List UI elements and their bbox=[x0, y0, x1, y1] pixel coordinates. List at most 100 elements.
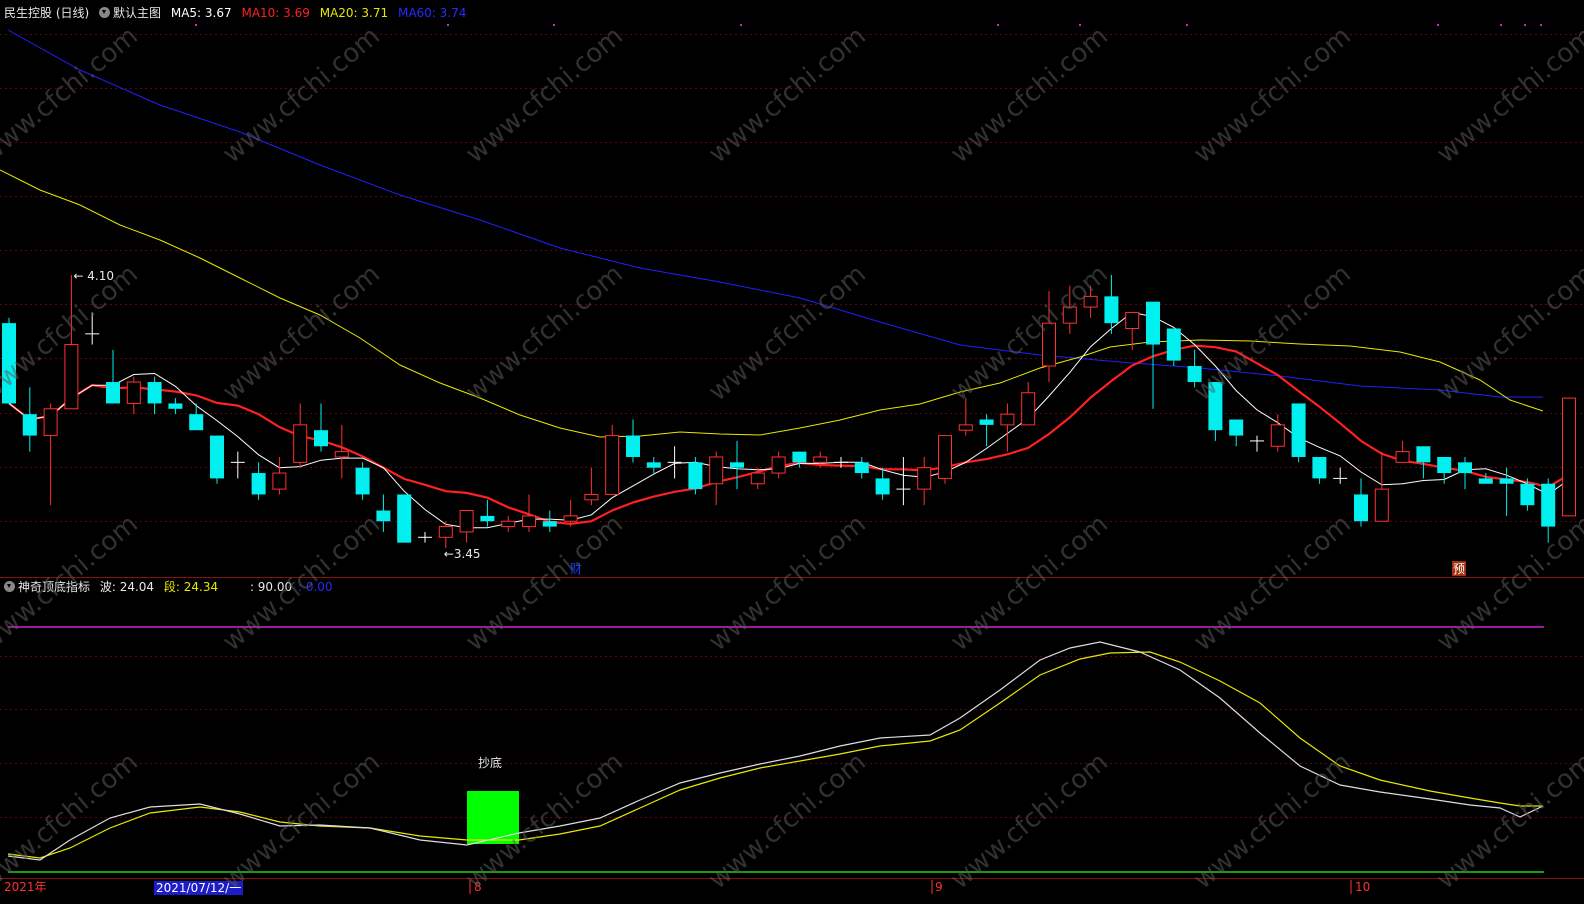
candle[interactable] bbox=[22, 387, 37, 452]
candle[interactable] bbox=[938, 435, 952, 484]
candle[interactable] bbox=[376, 494, 391, 532]
candle[interactable] bbox=[646, 456, 661, 474]
event-dot bbox=[1437, 24, 1439, 26]
candle[interactable] bbox=[688, 456, 703, 495]
event-dot bbox=[553, 24, 555, 26]
candle-body bbox=[2, 323, 16, 404]
candle[interactable] bbox=[979, 414, 994, 447]
candle-body bbox=[106, 382, 120, 404]
candle-body bbox=[64, 344, 79, 410]
candle[interactable] bbox=[1250, 435, 1264, 452]
ma20-label: MA20: 3.71 bbox=[319, 6, 389, 20]
candle[interactable] bbox=[1062, 285, 1077, 334]
candle[interactable] bbox=[1395, 440, 1410, 463]
candle[interactable] bbox=[64, 274, 79, 410]
candle[interactable] bbox=[1499, 467, 1514, 516]
candle[interactable] bbox=[1125, 311, 1140, 350]
candle[interactable] bbox=[730, 440, 744, 490]
candle[interactable] bbox=[480, 499, 495, 527]
candle-body bbox=[1042, 322, 1056, 367]
candle[interactable] bbox=[875, 467, 890, 500]
candle[interactable] bbox=[1042, 291, 1056, 383]
candle[interactable] bbox=[709, 451, 724, 506]
candle[interactable] bbox=[397, 494, 412, 543]
event-marker-forecast[interactable]: 预 bbox=[1453, 562, 1465, 576]
candle[interactable] bbox=[355, 462, 370, 500]
year-label: 2021年 bbox=[4, 880, 47, 894]
candle[interactable] bbox=[1354, 478, 1368, 527]
candle[interactable] bbox=[2, 317, 16, 404]
candle[interactable] bbox=[605, 424, 620, 495]
candlestick-chart[interactable]: ← 4.10 ←3.45 财 预 bbox=[0, 0, 1584, 578]
candle-body bbox=[1520, 483, 1535, 506]
candle-body bbox=[147, 382, 162, 404]
candle[interactable] bbox=[272, 456, 287, 495]
candle[interactable] bbox=[1229, 419, 1244, 447]
indicator-chart[interactable]: 抄底 bbox=[0, 578, 1584, 878]
candle-body bbox=[1000, 413, 1015, 426]
candles[interactable] bbox=[2, 274, 1576, 548]
candle[interactable] bbox=[1416, 446, 1431, 479]
candle-body bbox=[1291, 403, 1306, 457]
ma5-label: MA5: 3.67 bbox=[170, 6, 232, 20]
event-marker-financial[interactable]: 财 bbox=[570, 562, 582, 576]
candle[interactable] bbox=[126, 376, 141, 415]
candle-body bbox=[1021, 392, 1036, 426]
event-dot bbox=[740, 24, 742, 26]
candle[interactable] bbox=[1021, 382, 1036, 426]
candle[interactable] bbox=[626, 419, 640, 463]
candle[interactable] bbox=[542, 510, 557, 532]
candle[interactable] bbox=[1562, 397, 1576, 517]
candle[interactable] bbox=[210, 435, 224, 484]
dropdown-icon[interactable] bbox=[99, 7, 111, 18]
low-annotation: ←3.45 bbox=[444, 547, 481, 561]
candle[interactable] bbox=[792, 451, 807, 468]
template-dropdown[interactable]: 默认主图 bbox=[99, 6, 161, 20]
candle[interactable] bbox=[1374, 451, 1389, 522]
candle[interactable] bbox=[1291, 403, 1306, 463]
candle[interactable] bbox=[854, 456, 869, 479]
candle[interactable] bbox=[418, 531, 432, 543]
candle[interactable] bbox=[43, 403, 58, 506]
candle-body bbox=[1104, 296, 1119, 324]
candle[interactable] bbox=[1458, 456, 1472, 490]
candle-body bbox=[875, 478, 890, 495]
candle[interactable] bbox=[106, 349, 120, 404]
indicator-dropdown[interactable]: 神奇顶底指标 bbox=[4, 580, 90, 594]
candle-body bbox=[1374, 488, 1389, 522]
candle[interactable] bbox=[230, 451, 245, 479]
dropdown-icon[interactable] bbox=[4, 581, 15, 592]
stock-name: 民生控股 (日线) bbox=[4, 6, 90, 20]
candle[interactable] bbox=[667, 446, 682, 479]
candle[interactable] bbox=[147, 376, 162, 415]
candle[interactable] bbox=[168, 398, 183, 415]
high-annotation: ← 4.10 bbox=[73, 269, 114, 283]
candle[interactable] bbox=[501, 515, 516, 532]
candle[interactable] bbox=[189, 403, 204, 431]
candle[interactable] bbox=[771, 451, 786, 479]
candle[interactable] bbox=[1000, 403, 1015, 452]
candle[interactable] bbox=[1187, 349, 1202, 388]
candle[interactable] bbox=[1208, 382, 1223, 441]
candle[interactable] bbox=[1083, 285, 1098, 318]
candle[interactable] bbox=[334, 424, 349, 479]
price-gridlines bbox=[0, 34, 1584, 522]
level-value: : 90.00 bbox=[249, 580, 293, 594]
candle[interactable] bbox=[251, 462, 266, 500]
candle[interactable] bbox=[459, 510, 474, 543]
candle[interactable] bbox=[314, 403, 328, 452]
candle[interactable] bbox=[896, 456, 911, 506]
candle[interactable] bbox=[85, 312, 100, 345]
candle[interactable] bbox=[1541, 478, 1556, 543]
wave-value: 波: 24.04 bbox=[99, 580, 155, 594]
candle[interactable] bbox=[958, 398, 973, 436]
candle[interactable] bbox=[1312, 456, 1327, 484]
candle[interactable] bbox=[584, 467, 599, 506]
svg-text:← 4.10: ← 4.10 bbox=[73, 269, 114, 283]
candle[interactable] bbox=[917, 456, 932, 506]
candle[interactable] bbox=[1333, 467, 1348, 484]
candle-body bbox=[792, 451, 807, 463]
candle[interactable] bbox=[1166, 328, 1181, 366]
event-dot bbox=[1540, 24, 1542, 26]
bottom-signal-bar[interactable] bbox=[467, 791, 519, 844]
